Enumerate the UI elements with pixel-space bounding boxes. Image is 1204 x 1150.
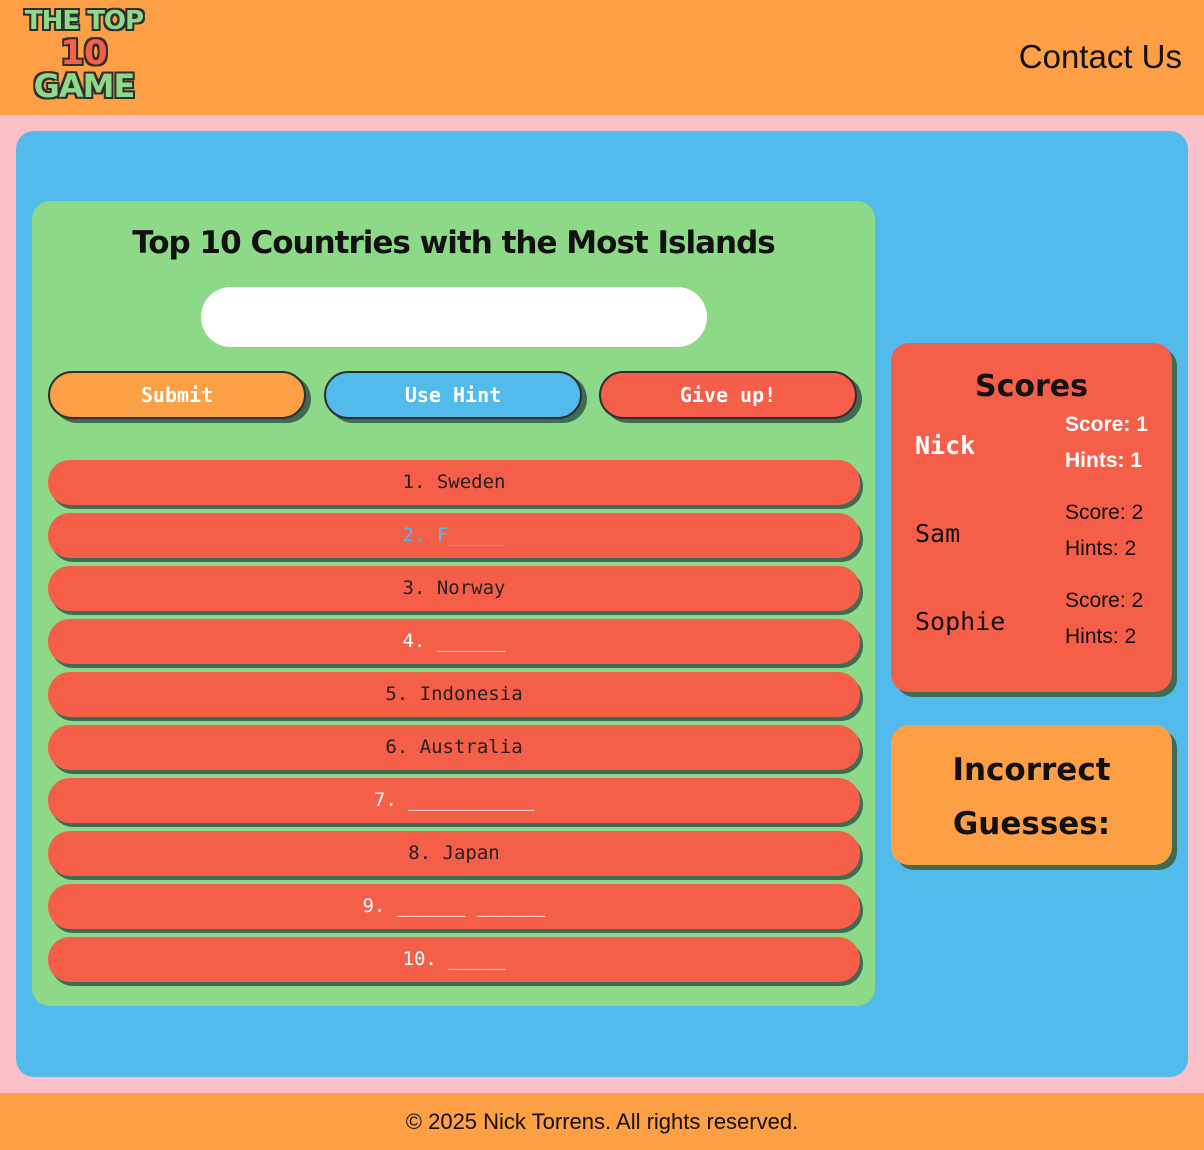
player-score: Score: 1 — [1065, 413, 1148, 436]
player-hints: Hints: 1 — [1065, 449, 1143, 472]
site-footer: © 2025 Nick Torrens. All rights reserved… — [0, 1093, 1204, 1150]
incorrect-guesses-title: Incorrect Guesses: — [952, 752, 1111, 842]
answer-row: 9. ______ ______ — [48, 884, 860, 929]
logo-line-2: 10 — [60, 33, 108, 73]
give-up-button[interactable]: Give up! — [599, 371, 857, 419]
answer-row: 10. _____ — [48, 937, 860, 982]
player-score: Score: 2 — [1065, 589, 1144, 612]
player-name: Sam — [915, 519, 961, 548]
scores-panel: Scores Nick Score: 1 Hints: 1 Sam Score: 2 Hi… — [891, 343, 1172, 692]
answer-row: 4. ______ — [48, 619, 860, 664]
player-row: Sam Score: 2 Hints: 2 — [915, 501, 1155, 573]
scores-title: Scores — [975, 369, 1088, 404]
game-logo[interactable]: THE TOP 10 GAME — [22, 6, 146, 108]
answer-row: 8. Japan — [48, 831, 860, 876]
guess-input[interactable] — [201, 287, 707, 347]
player-score: Score: 2 — [1065, 501, 1144, 524]
copyright-text: © 2025 Nick Torrens. All rights reserved… — [405, 1109, 799, 1134]
player-name: Nick — [915, 431, 976, 460]
logo-line-1: THE TOP — [24, 6, 144, 36]
site-header: THE TOP 10 GAME Contact Us — [0, 0, 1204, 115]
logo-line-3: GAME — [33, 67, 136, 105]
answer-row: 7. ___________ — [48, 778, 860, 823]
player-name: Sophie — [915, 607, 1006, 636]
answer-list: 1. Sweden 2. F_____ 3. Norway 4. ______ 5. I… — [48, 460, 860, 990]
answer-row: 1. Sweden — [48, 460, 860, 505]
answer-row: 6. Australia — [48, 725, 860, 770]
player-row: Sophie Score: 2 Hints: 2 — [915, 589, 1155, 661]
submit-button[interactable]: Submit — [48, 371, 306, 419]
answer-row: 2. F_____ — [48, 513, 860, 558]
player-row: Nick Score: 1 Hints: 1 — [915, 413, 1155, 485]
answer-row: 3. Norway — [48, 566, 860, 611]
player-hints: Hints: 2 — [1065, 625, 1137, 648]
use-hint-button[interactable]: Use Hint — [324, 371, 582, 419]
player-hints: Hints: 2 — [1065, 537, 1137, 560]
game-title: Top 10 Countries with the Most Islands — [132, 225, 776, 261]
game-panel: Top 10 Countries with the Most Islands S… — [32, 201, 875, 1006]
contact-us-link[interactable]: Contact Us — [1019, 38, 1182, 76]
answer-row: 5. Indonesia — [48, 672, 860, 717]
incorrect-guesses-panel: Incorrect Guesses: — [891, 725, 1172, 865]
